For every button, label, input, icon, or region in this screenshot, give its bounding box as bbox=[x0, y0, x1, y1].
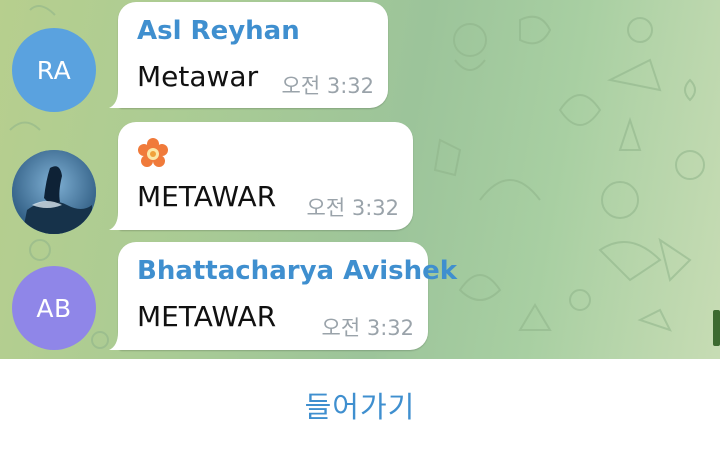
chat-background: RA Asl Reyhan Metawar 오전 3:32 METAWAR 오전… bbox=[0, 0, 720, 359]
bottom-bar: 들어가기 bbox=[0, 359, 720, 456]
message-time: 오전 3:32 bbox=[321, 316, 414, 340]
bubble-tail bbox=[109, 332, 129, 350]
scrollbar[interactable] bbox=[713, 310, 720, 346]
flower-icon bbox=[138, 138, 168, 167]
sender-name[interactable]: Bhattacharya Avishek bbox=[137, 256, 457, 286]
message-text: Metawar bbox=[137, 60, 259, 93]
avatar-asl-reyhan[interactable]: RA bbox=[12, 28, 96, 112]
bubble-tail bbox=[109, 90, 129, 108]
avatar-initials: AB bbox=[36, 293, 72, 323]
message-time: 오전 3:32 bbox=[281, 74, 374, 98]
avatar-photo[interactable] bbox=[12, 150, 96, 234]
message-bubble[interactable]: Asl Reyhan Metawar 오전 3:32 bbox=[109, 2, 388, 108]
message-bubble[interactable]: Bhattacharya Avishek METAWAR 오전 3:32 bbox=[109, 242, 457, 350]
message-text: METAWAR bbox=[137, 180, 277, 213]
join-button[interactable]: 들어가기 bbox=[305, 384, 416, 426]
avatar-bhattacharya-avishek[interactable]: AB bbox=[12, 266, 96, 350]
sender-name[interactable]: Asl Reyhan bbox=[137, 16, 300, 46]
avatar-initials: RA bbox=[36, 55, 72, 85]
message-bubble[interactable]: METAWAR 오전 3:32 bbox=[109, 122, 413, 230]
message-time: 오전 3:32 bbox=[306, 196, 399, 220]
bubble-tail bbox=[109, 212, 129, 230]
profile-photo-icon bbox=[12, 150, 96, 234]
message-text: METAWAR bbox=[137, 300, 277, 333]
